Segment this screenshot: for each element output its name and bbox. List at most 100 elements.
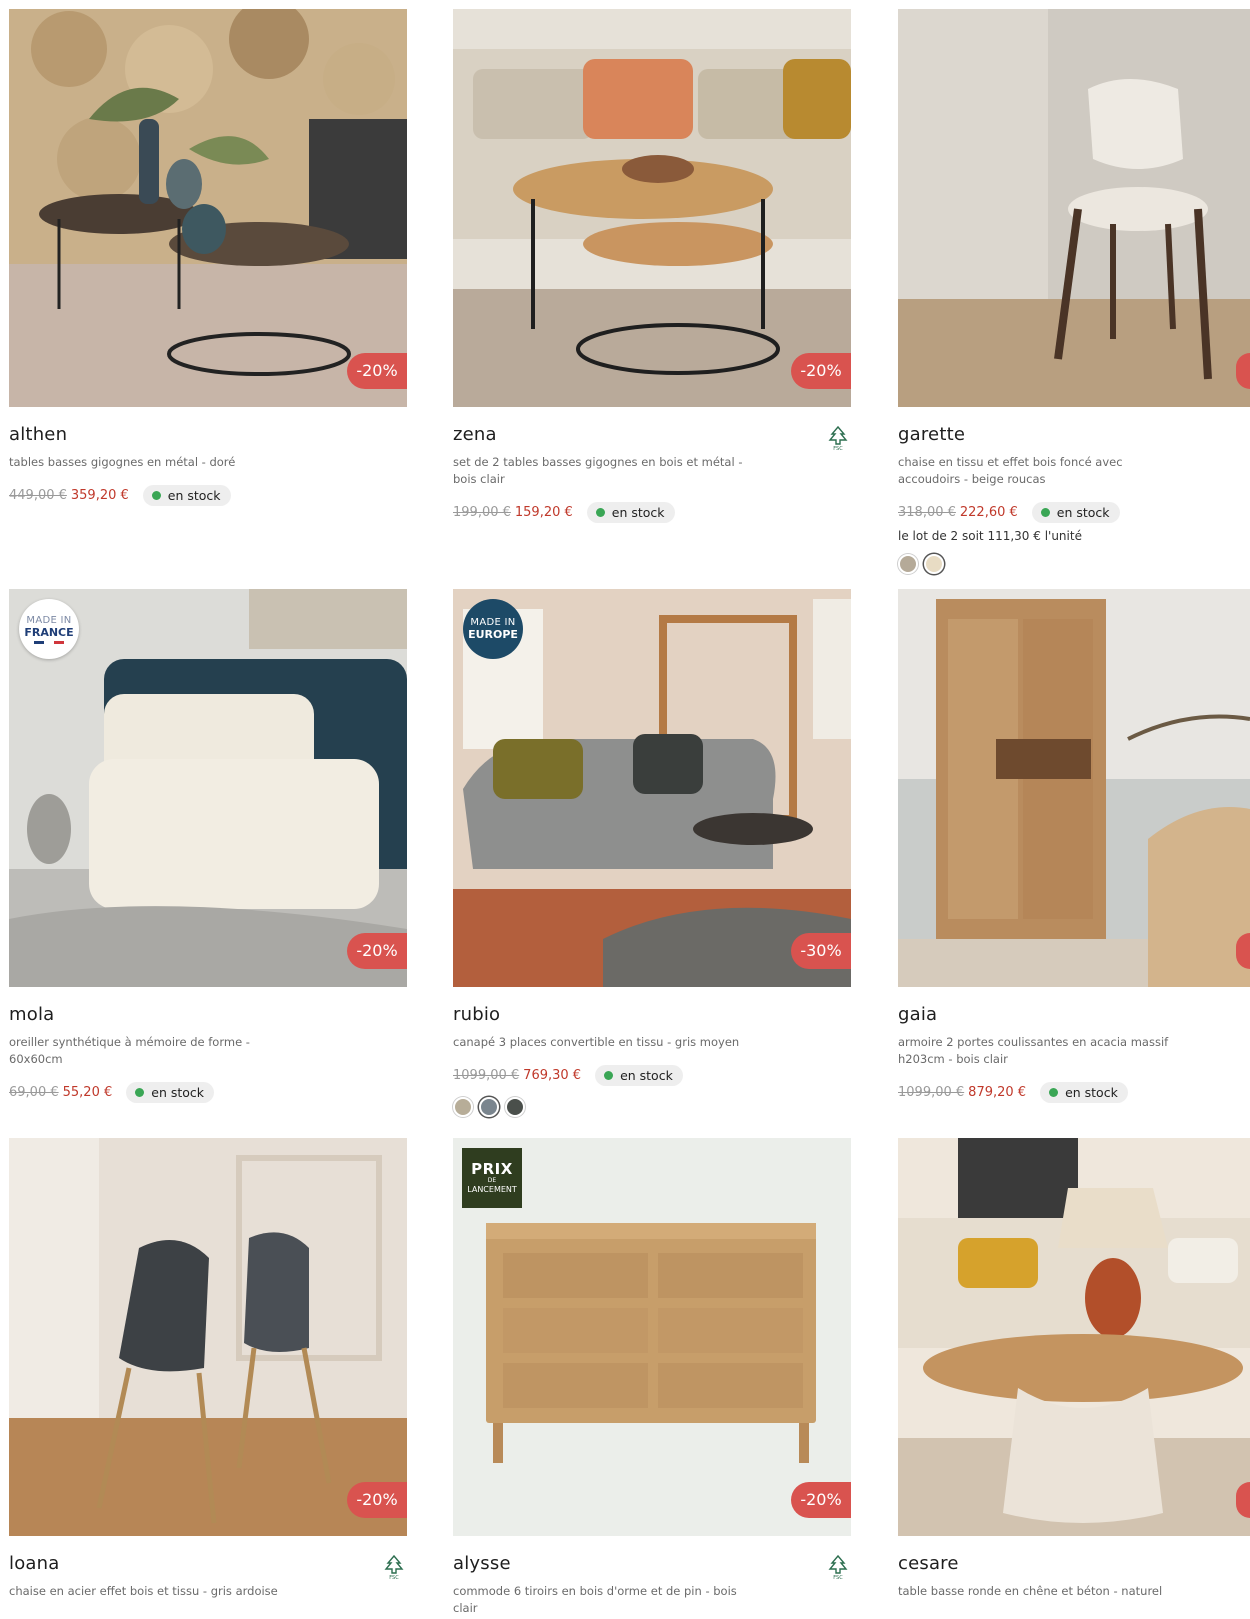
price-row: 69,00 € 55,20 € en stock (9, 1082, 407, 1103)
product-name[interactable]: gaia (898, 1004, 1250, 1025)
discount-badge: -20% (791, 1482, 851, 1518)
in-stock-dot-icon (1049, 1088, 1059, 1097)
product-image[interactable]: PRIX DE LANCEMENT -20% (453, 1138, 851, 1536)
color-swatches (453, 1097, 851, 1117)
product-description: oreiller synthétique à mémoire de forme … (9, 1035, 250, 1066)
product-image[interactable] (898, 589, 1250, 987)
in-stock-dot-icon (151, 491, 161, 500)
armchair-photo (898, 9, 1250, 407)
discount-badge: -20% (347, 353, 407, 389)
round-table-photo (898, 1138, 1250, 1536)
product-name[interactable]: loana (9, 1553, 407, 1574)
product-description: tables basses gigognes en métal - doré (9, 455, 236, 469)
product-card[interactable]: MADE IN FRANCE -20% mola oreiller synthé… (9, 589, 407, 1103)
stock-badge: en stock (142, 485, 231, 506)
product-description: armoire 2 portes coulissantes en acacia … (898, 1035, 1169, 1066)
stock-label: en stock (1065, 1085, 1118, 1100)
original-price: 1099,00 € (453, 1068, 520, 1083)
discount-badge (1236, 353, 1250, 389)
sale-price: 879,20 € (968, 1085, 1027, 1100)
fsc-tree-icon: FSC (828, 425, 848, 451)
discount-badge: -20% (347, 1482, 407, 1518)
launch-price-badge: PRIX DE LANCEMENT (462, 1148, 522, 1208)
original-price: 449,00 € (9, 488, 67, 503)
svg-text:FSC: FSC (833, 446, 843, 451)
product-name[interactable]: garette (898, 424, 1250, 445)
sale-price: 222,60 € (959, 505, 1018, 520)
product-name[interactable]: zena (453, 424, 851, 445)
original-price: 318,00 € (898, 505, 956, 520)
stock-label: en stock (151, 1085, 205, 1100)
product-image[interactable]: -20% (9, 9, 407, 407)
stock-badge: en stock (126, 1082, 215, 1103)
svg-text:FSC: FSC (833, 1575, 843, 1580)
product-card[interactable]: -20% zena FSC set de 2 tables basses gig… (453, 9, 851, 523)
price-row: 449,00 € 359,20 € en stock (9, 485, 407, 506)
price-row: 1099,00 € 769,30 € en stock (453, 1065, 851, 1086)
color-swatches (898, 554, 1250, 574)
french-flag-icon (34, 640, 64, 644)
sale-price: 359,20 € (70, 488, 129, 503)
discount-badge: -20% (791, 353, 851, 389)
stock-badge: en stock (1040, 1082, 1128, 1103)
fsc-tree-icon: FSC (384, 1554, 404, 1580)
product-card[interactable]: -20% loana FSC chaise en acier effet boi… (9, 1138, 407, 1600)
product-card[interactable]: gaia armoire 2 portes coulissantes en ac… (898, 589, 1250, 1103)
sale-price: 55,20 € (62, 1085, 113, 1100)
color-swatch[interactable] (453, 1097, 473, 1117)
stock-label: en stock (1056, 505, 1110, 520)
discount-badge (1236, 933, 1250, 969)
made-in-europe-badge: MADE IN EUROPE (463, 599, 523, 659)
sale-price: 769,30 € (523, 1068, 582, 1083)
product-name[interactable]: alysse (453, 1553, 851, 1574)
nested-tables-photo (9, 9, 407, 407)
in-stock-dot-icon (1040, 508, 1050, 517)
original-price: 199,00 € (453, 505, 511, 520)
color-swatch-selected[interactable] (479, 1097, 499, 1117)
product-image[interactable]: MADE IN EUROPE -30% (453, 589, 851, 987)
product-image[interactable]: -20% (453, 9, 851, 407)
discount-badge (1236, 1482, 1250, 1518)
round-coffee-tables-photo (453, 9, 851, 407)
product-name[interactable]: mola (9, 1004, 407, 1025)
product-image[interactable] (898, 9, 1250, 407)
product-image[interactable] (898, 1138, 1250, 1536)
price-row: 1099,00 € 879,20 € en stock (898, 1082, 1250, 1103)
stock-badge: en stock (586, 502, 675, 523)
product-description: chaise en tissu et effet bois foncé avec… (898, 455, 1123, 486)
product-description: commode 6 tiroirs en bois d'orme et de p… (453, 1584, 737, 1615)
original-price: 69,00 € (9, 1085, 59, 1100)
product-card[interactable]: MADE IN EUROPE -30% rubio canapé 3 place… (453, 589, 851, 1117)
product-image[interactable]: -20% (9, 1138, 407, 1536)
product-card[interactable]: cesare table basse ronde en chêne et bét… (898, 1138, 1250, 1600)
color-swatch-selected[interactable] (924, 554, 944, 574)
product-description: set de 2 tables basses gigognes en bois … (453, 455, 743, 486)
discount-badge: -20% (347, 933, 407, 969)
unit-price-note: le lot de 2 soit 111,30 € l'unité (898, 529, 1082, 543)
stock-badge: en stock (1031, 502, 1120, 523)
product-description: canapé 3 places convertible en tissu - g… (453, 1035, 740, 1049)
chairs-photo (9, 1138, 407, 1536)
product-image[interactable]: MADE IN FRANCE -20% (9, 589, 407, 987)
in-stock-dot-icon (604, 1071, 614, 1080)
product-name[interactable]: cesare (898, 1553, 1250, 1574)
product-card[interactable]: garette chaise en tissu et effet bois fo… (898, 9, 1250, 574)
color-swatch[interactable] (898, 554, 918, 574)
product-name[interactable]: rubio (453, 1004, 851, 1025)
in-stock-dot-icon (595, 508, 605, 517)
stock-label: en stock (620, 1068, 673, 1083)
price-row: 199,00 € 159,20 € en stock (453, 502, 851, 523)
sale-price: 159,20 € (514, 505, 573, 520)
stock-label: en stock (167, 488, 221, 503)
product-description: chaise en acier effet bois et tissu - gr… (9, 1584, 278, 1598)
product-card[interactable]: PRIX DE LANCEMENT -20% alysse FSC commod… (453, 1138, 851, 1617)
original-price: 1099,00 € (898, 1085, 965, 1100)
svg-text:FSC: FSC (389, 1575, 399, 1580)
color-swatch[interactable] (505, 1097, 525, 1117)
fsc-tree-icon: FSC (828, 1554, 848, 1580)
product-card[interactable]: -20% althen tables basses gigognes en mé… (9, 9, 407, 506)
wardrobe-photo (898, 589, 1250, 987)
made-in-france-badge: MADE IN FRANCE (19, 599, 79, 659)
product-name[interactable]: althen (9, 424, 407, 445)
stock-badge: en stock (595, 1065, 683, 1086)
